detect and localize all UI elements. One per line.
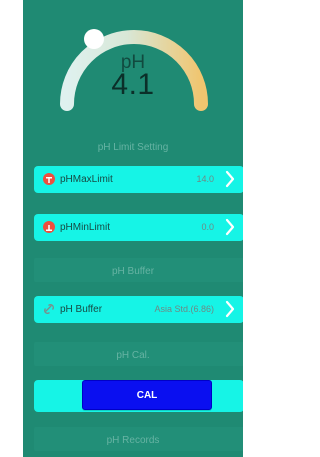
row-label-max-limit: pHMaxLimit [60,174,113,185]
ph-meter-app: pH 4.1 pH Limit Setting pHMaxLimit 14.0 … [23,0,243,457]
cal-button[interactable]: CAL [82,380,212,410]
section-title-records: pH Records [106,435,160,446]
section-title-buffer: pH Buffer [111,266,155,277]
max-limit-glyph [46,177,52,183]
ph-value: 4.1 [111,68,155,101]
chevron-right-icon [225,300,235,318]
cal-panel: CAL [34,380,243,412]
max-limit-icon [43,173,55,185]
row-value-buffer: Asia Std.(6.86) [154,304,214,314]
row-label-buffer: pH Buffer [60,304,103,315]
row-value-max-limit: 14.0 [196,174,214,184]
chevron-right-icon [225,218,235,236]
chevron-right-icon [225,170,235,188]
row-ph-min-limit[interactable]: pHMinLimit 0.0 [34,214,243,241]
row-ph-buffer[interactable]: pH Buffer Asia Std.(6.86) [34,296,243,323]
section-title-limit: pH Limit Setting [97,142,169,153]
link-icon [44,304,54,314]
min-limit-glyph [46,225,52,231]
min-limit-icon [43,221,55,233]
row-value-min-limit: 0.0 [201,222,214,232]
gauge-knob[interactable] [84,29,104,49]
ph-gauge: pH 4.1 [23,0,243,130]
row-ph-max-limit[interactable]: pHMaxLimit 14.0 [34,166,243,193]
row-label-min-limit: pHMinLimit [60,222,111,233]
section-title-cal: pH Cal. [116,350,150,361]
